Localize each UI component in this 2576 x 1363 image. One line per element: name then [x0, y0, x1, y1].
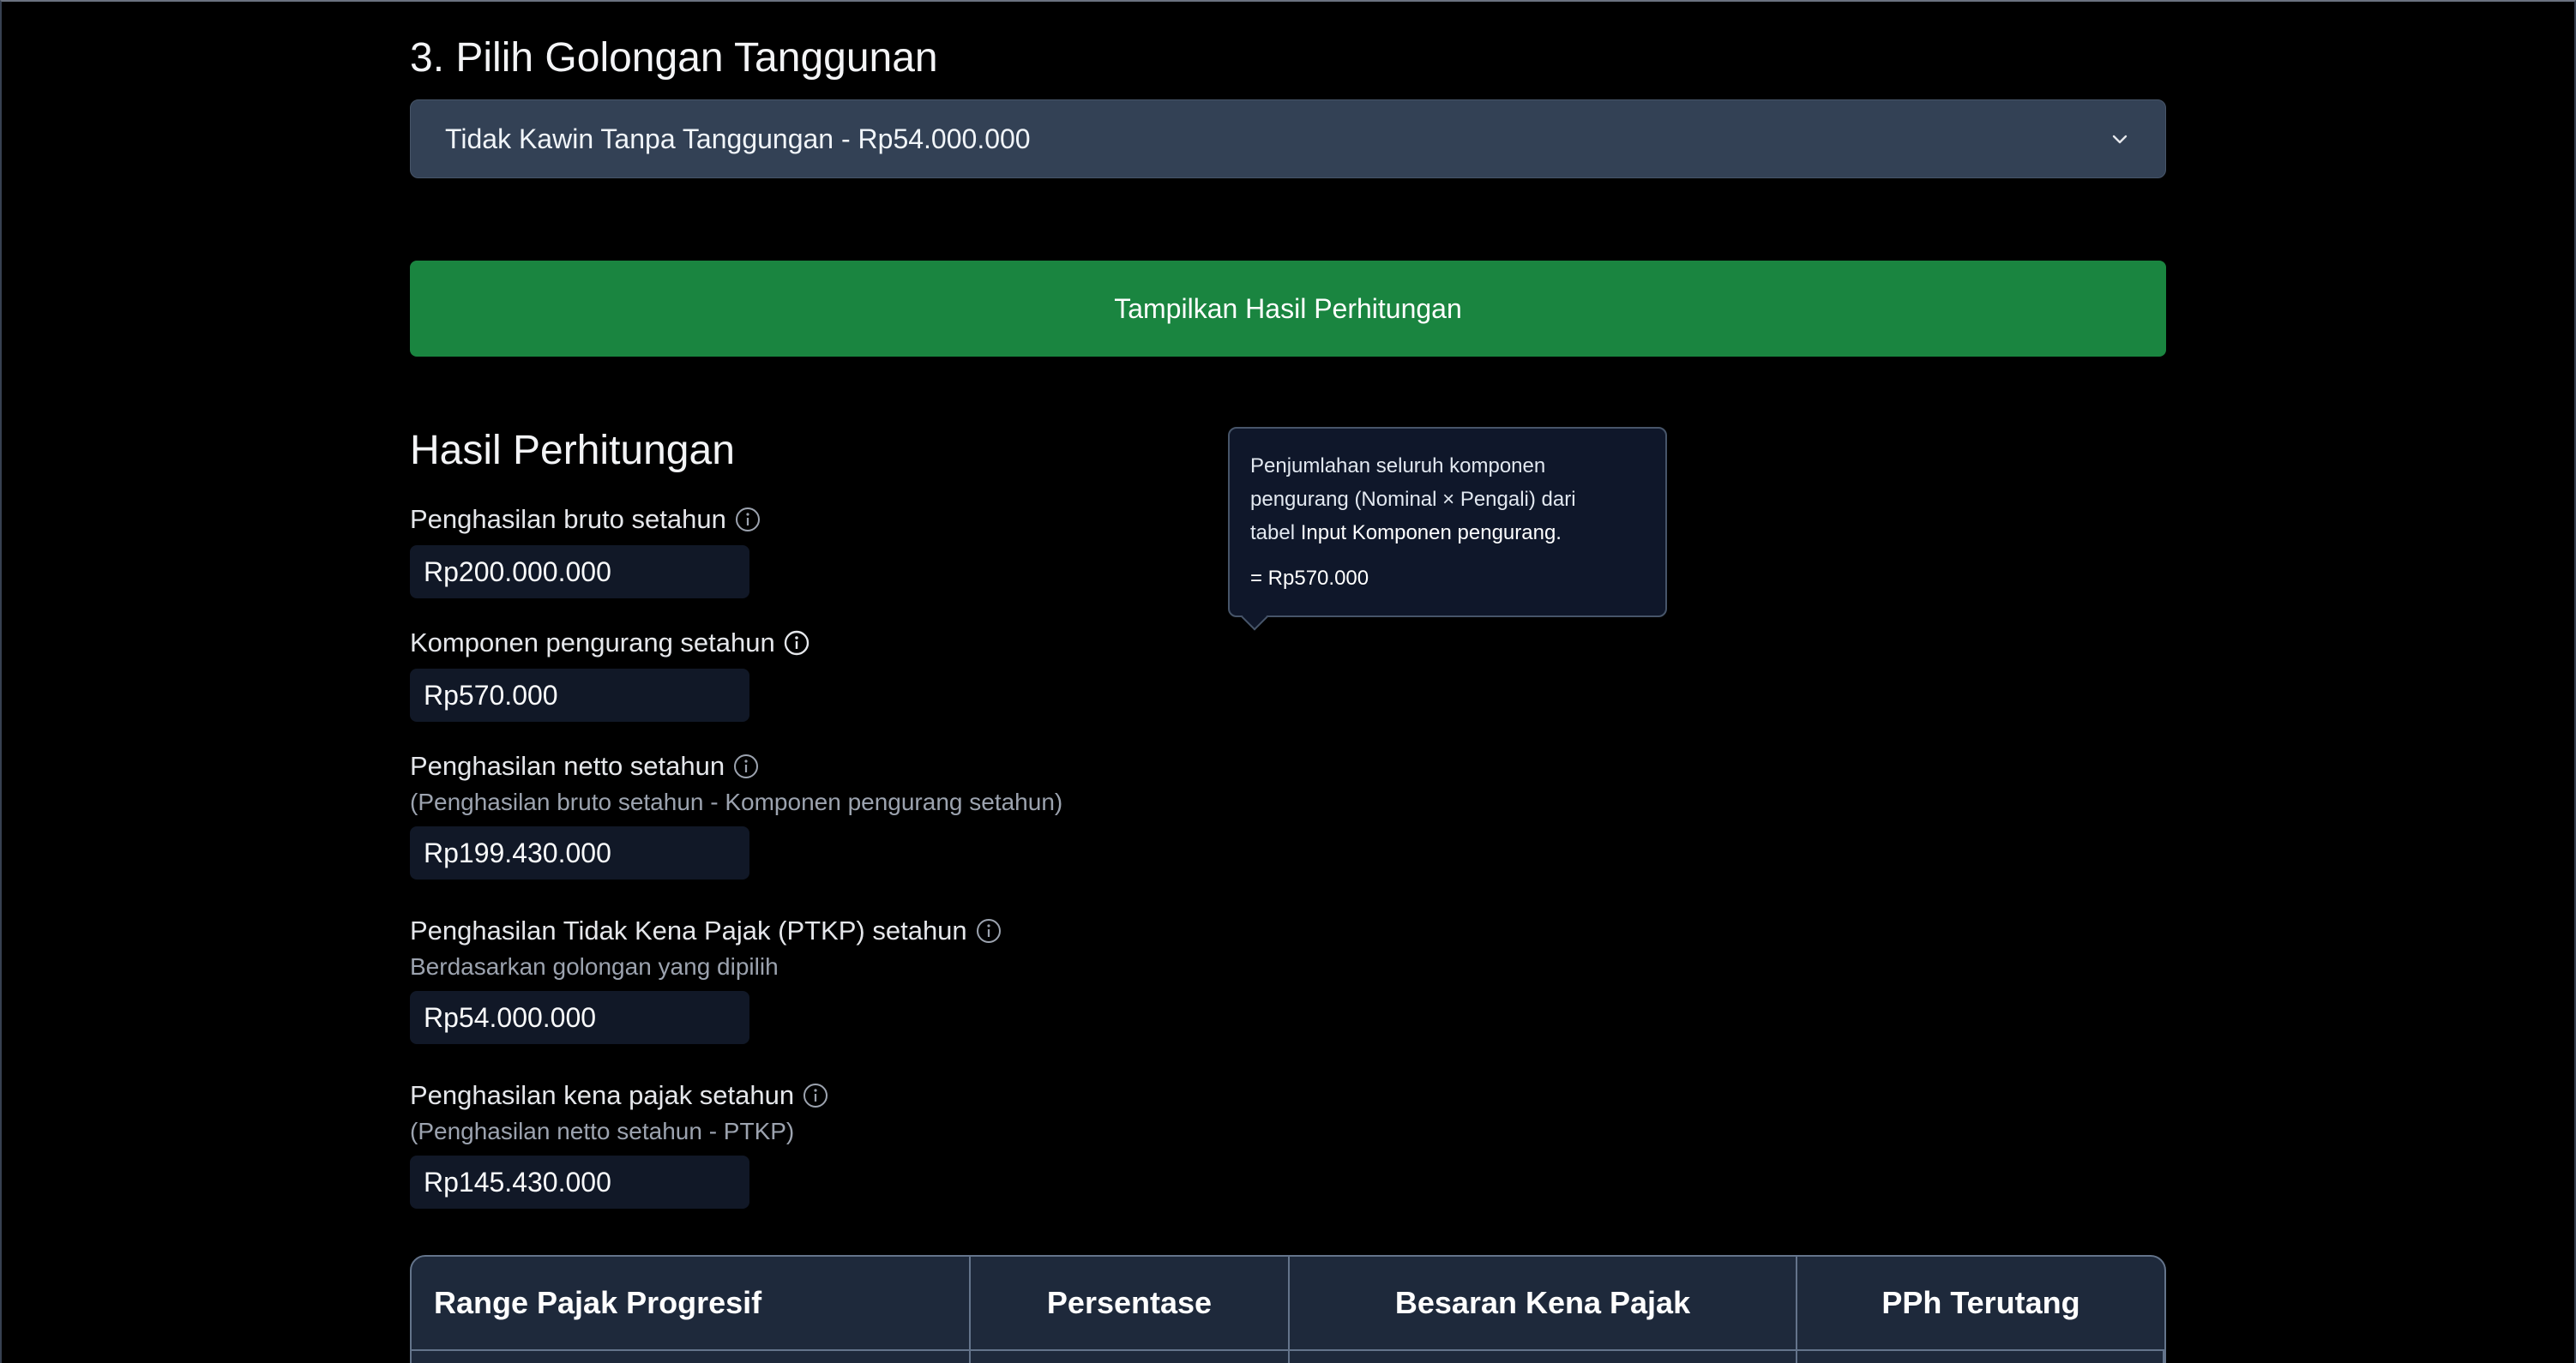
golongan-select[interactable]: Tidak Kawin Tanpa Tanggungan - Rp54.000.…	[410, 99, 2166, 178]
progressive-tax-table: Range Pajak Progresif Persentase Besaran…	[410, 1255, 2166, 1363]
gross-income-label: Penghasilan bruto setahun	[410, 504, 726, 534]
deductions-label: Komponen pengurang setahun	[410, 627, 775, 657]
taxable-income-subtitle: (Penghasilan netto setahun - PTKP)	[410, 1118, 795, 1144]
ptkp-subtitle: Berdasarkan golongan yang dipilih	[410, 953, 779, 980]
chevron-down-icon	[2109, 128, 2131, 150]
info-circle-icon[interactable]	[803, 1083, 828, 1108]
table-row	[412, 1351, 2164, 1363]
tooltip-line: pengurang (Nominal × Pengali) dari	[1250, 488, 1576, 511]
results-title: Hasil Perhitungan	[410, 428, 735, 473]
net-income-field: Penghasilan netto setahun (Penghasilan b…	[410, 751, 1062, 880]
section-title-golongan: 3. Pilih Golongan Tanggunan	[410, 35, 938, 81]
table-header-percentage: Persentase	[971, 1257, 1290, 1349]
taxable-income-value: Rp145.430.000	[410, 1156, 749, 1209]
gross-income-value: Rp200.000.000	[410, 545, 749, 598]
net-income-subtitle: (Penghasilan bruto setahun - Komponen pe…	[410, 789, 1063, 815]
table-header-tax-due: PPh Terutang	[1881, 1285, 2080, 1320]
tooltip-line: Penjumlahan seluruh komponen	[1250, 454, 1546, 477]
net-income-value: Rp199.430.000	[410, 826, 749, 880]
tooltip-highlight: Input Komponen pengurang.	[1300, 521, 1562, 544]
tooltip-result: = Rp570.000	[1250, 567, 1369, 590]
show-results-button[interactable]: Tampilkan Hasil Perhitungan	[410, 261, 2166, 357]
tooltip-line: tabel Input Komponen pengurang.	[1250, 521, 1562, 544]
table-header-range: Range Pajak Progresif	[412, 1257, 971, 1349]
table-header-taxable-amount: Besaran Kena Pajak	[1290, 1257, 1797, 1349]
info-circle-icon[interactable]	[976, 918, 1002, 944]
info-circle-icon[interactable]	[784, 630, 810, 656]
deductions-value: Rp570.000	[410, 669, 749, 722]
taxable-income-label: Penghasilan kena pajak setahun	[410, 1080, 795, 1110]
tooltip-arrow	[1241, 603, 1268, 631]
taxable-income-field: Penghasilan kena pajak setahun (Penghasi…	[410, 1080, 828, 1209]
ptkp-label: Penghasilan Tidak Kena Pajak (PTKP) seta…	[410, 916, 967, 946]
info-circle-icon[interactable]	[733, 754, 759, 779]
ptkp-value: Rp54.000.000	[410, 991, 749, 1044]
deductions-tooltip: Penjumlahan seluruh komponen pengurang (…	[1228, 427, 1667, 631]
golongan-select-value: Tidak Kawin Tanpa Tanggungan - Rp54.000.…	[445, 123, 1031, 154]
gross-income-field: Penghasilan bruto setahun Rp200.000.000	[410, 504, 761, 598]
deductions-field: Komponen pengurang setahun Rp570.000	[410, 627, 810, 722]
net-income-label: Penghasilan netto setahun	[410, 751, 725, 781]
ptkp-field: Penghasilan Tidak Kena Pajak (PTKP) seta…	[410, 916, 1002, 1044]
app-window: 3. Pilih Golongan Tanggunan Tidak Kawin …	[0, 0, 2576, 1363]
info-circle-icon[interactable]	[735, 507, 761, 532]
table-header-row: Range Pajak Progresif Persentase Besaran…	[412, 1257, 2164, 1351]
